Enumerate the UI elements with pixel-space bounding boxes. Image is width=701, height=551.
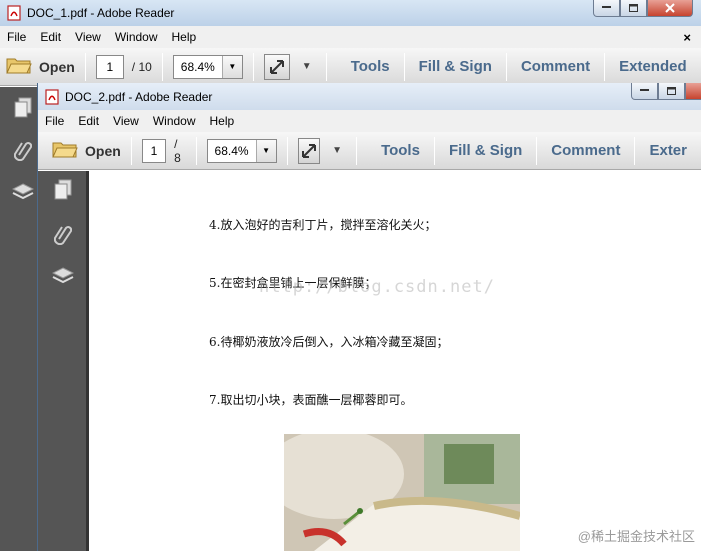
coconut-dessert-photo — [284, 434, 520, 551]
document-line: 7.取出切小块，表面醮一层椰蓉即可。 — [209, 393, 413, 407]
paperclip-icon[interactable] — [50, 221, 76, 247]
menu-help[interactable]: Help — [165, 30, 204, 44]
fill-sign-button[interactable]: Fill & Sign — [435, 142, 536, 159]
expand-arrows-icon[interactable] — [297, 137, 321, 164]
chevron-down-icon[interactable]: ▼ — [255, 139, 276, 162]
page-total: / 10 — [131, 59, 152, 74]
menu-help[interactable]: Help — [203, 114, 242, 128]
menu-view[interactable]: View — [106, 114, 146, 128]
window-title: DOC_1.pdf - Adobe Reader — [27, 6, 175, 20]
zoom-select[interactable]: 68.4% ▼ — [172, 54, 243, 79]
toolbar: Open 1 / 10 68.4% ▼ ▼ Tools Fill & Sign … — [0, 48, 701, 86]
toolbar-divider — [325, 52, 327, 81]
window-title: DOC_2.pdf - Adobe Reader — [65, 89, 213, 104]
title-bar[interactable]: DOC_1.pdf - Adobe Reader — [0, 0, 701, 26]
navigation-sidebar — [38, 171, 87, 551]
pages-panel-icon[interactable] — [50, 177, 76, 203]
menu-file[interactable]: File — [38, 114, 71, 128]
toolbar-divider — [286, 136, 288, 165]
toolbar-divider — [252, 52, 254, 81]
more-tools-icon[interactable]: ▼ — [332, 145, 342, 156]
extended-button[interactable]: Extended — [605, 58, 701, 75]
extended-button[interactable]: Exter — [635, 142, 701, 159]
title-bar[interactable]: DOC_2.pdf - Adobe Reader — [38, 83, 701, 110]
menu-bar: File Edit View Window Help — [38, 110, 701, 132]
minimize-button[interactable] — [631, 83, 658, 100]
close-window-button[interactable] — [647, 0, 693, 17]
open-label: Open — [85, 142, 121, 159]
open-button[interactable]: Open — [6, 55, 75, 78]
site-watermark: @稀土掘金技术社区 — [577, 529, 695, 544]
menu-edit[interactable]: Edit — [71, 114, 106, 128]
tools-button[interactable]: Tools — [337, 58, 404, 75]
menu-window[interactable]: Window — [108, 30, 165, 44]
open-label: Open — [39, 58, 75, 75]
menu-file[interactable]: File — [0, 30, 33, 44]
more-tools-icon[interactable]: ▼ — [302, 61, 312, 72]
watermark-url: http://blog.csdn.net/ — [259, 277, 495, 297]
menu-window[interactable]: Window — [146, 114, 203, 128]
toolbar-divider — [84, 52, 86, 81]
toolbar-divider — [130, 136, 132, 165]
toolbar-divider — [356, 136, 358, 165]
pdf-file-icon — [6, 5, 21, 22]
document-view[interactable]: 4.放入泡好的吉利丁片，搅拌至溶化关火； 5.在密封盒里铺上一层保鲜膜； 6.待… — [87, 171, 701, 551]
chevron-down-icon[interactable]: ▼ — [221, 55, 242, 78]
tools-button[interactable]: Tools — [367, 142, 434, 159]
page-number-input[interactable]: 1 — [141, 138, 167, 163]
pages-panel-icon[interactable] — [10, 95, 36, 121]
comment-button[interactable]: Comment — [537, 142, 634, 159]
folder-open-icon — [6, 55, 32, 78]
maximize-button[interactable] — [658, 83, 685, 100]
expand-arrows-icon[interactable] — [263, 53, 290, 80]
toolbar-divider — [161, 52, 163, 81]
minimize-button[interactable] — [593, 0, 620, 17]
zoom-value[interactable]: 68.4% — [174, 56, 222, 78]
layers-icon[interactable] — [50, 263, 76, 289]
menu-view[interactable]: View — [68, 30, 108, 44]
toolbar: Open 1 / 8 68.4% ▼ ▼ Tools Fill & Sign C… — [38, 132, 701, 170]
window-controls — [593, 0, 693, 17]
pdf-file-icon — [44, 88, 59, 105]
menu-bar: File Edit View Window Help × — [0, 26, 701, 48]
document-line: 6.待椰奶液放冷后倒入，入冰箱冷藏至凝固； — [209, 335, 449, 349]
page-number-input[interactable]: 1 — [95, 54, 124, 79]
document-line: 4.放入泡好的吉利丁片，搅拌至溶化关火； — [209, 218, 437, 232]
toolbar-divider — [195, 136, 197, 165]
folder-open-icon — [52, 139, 78, 162]
paperclip-icon[interactable] — [10, 137, 36, 163]
comment-button[interactable]: Comment — [507, 58, 604, 75]
menu-edit[interactable]: Edit — [33, 30, 68, 44]
page-total: / 8 — [174, 136, 181, 165]
close-document-button[interactable]: × — [683, 30, 691, 45]
reader-window-doc2: DOC_2.pdf - Adobe Reader File Edit View … — [37, 83, 701, 551]
zoom-value[interactable]: 68.4% — [208, 140, 256, 162]
fill-sign-button[interactable]: Fill & Sign — [405, 58, 506, 75]
layers-icon[interactable] — [10, 179, 36, 205]
zoom-select[interactable]: 68.4% ▼ — [206, 138, 277, 163]
maximize-button[interactable] — [620, 0, 647, 17]
window-controls — [631, 83, 701, 100]
close-window-button[interactable] — [685, 83, 701, 100]
open-button[interactable]: Open — [52, 139, 121, 162]
